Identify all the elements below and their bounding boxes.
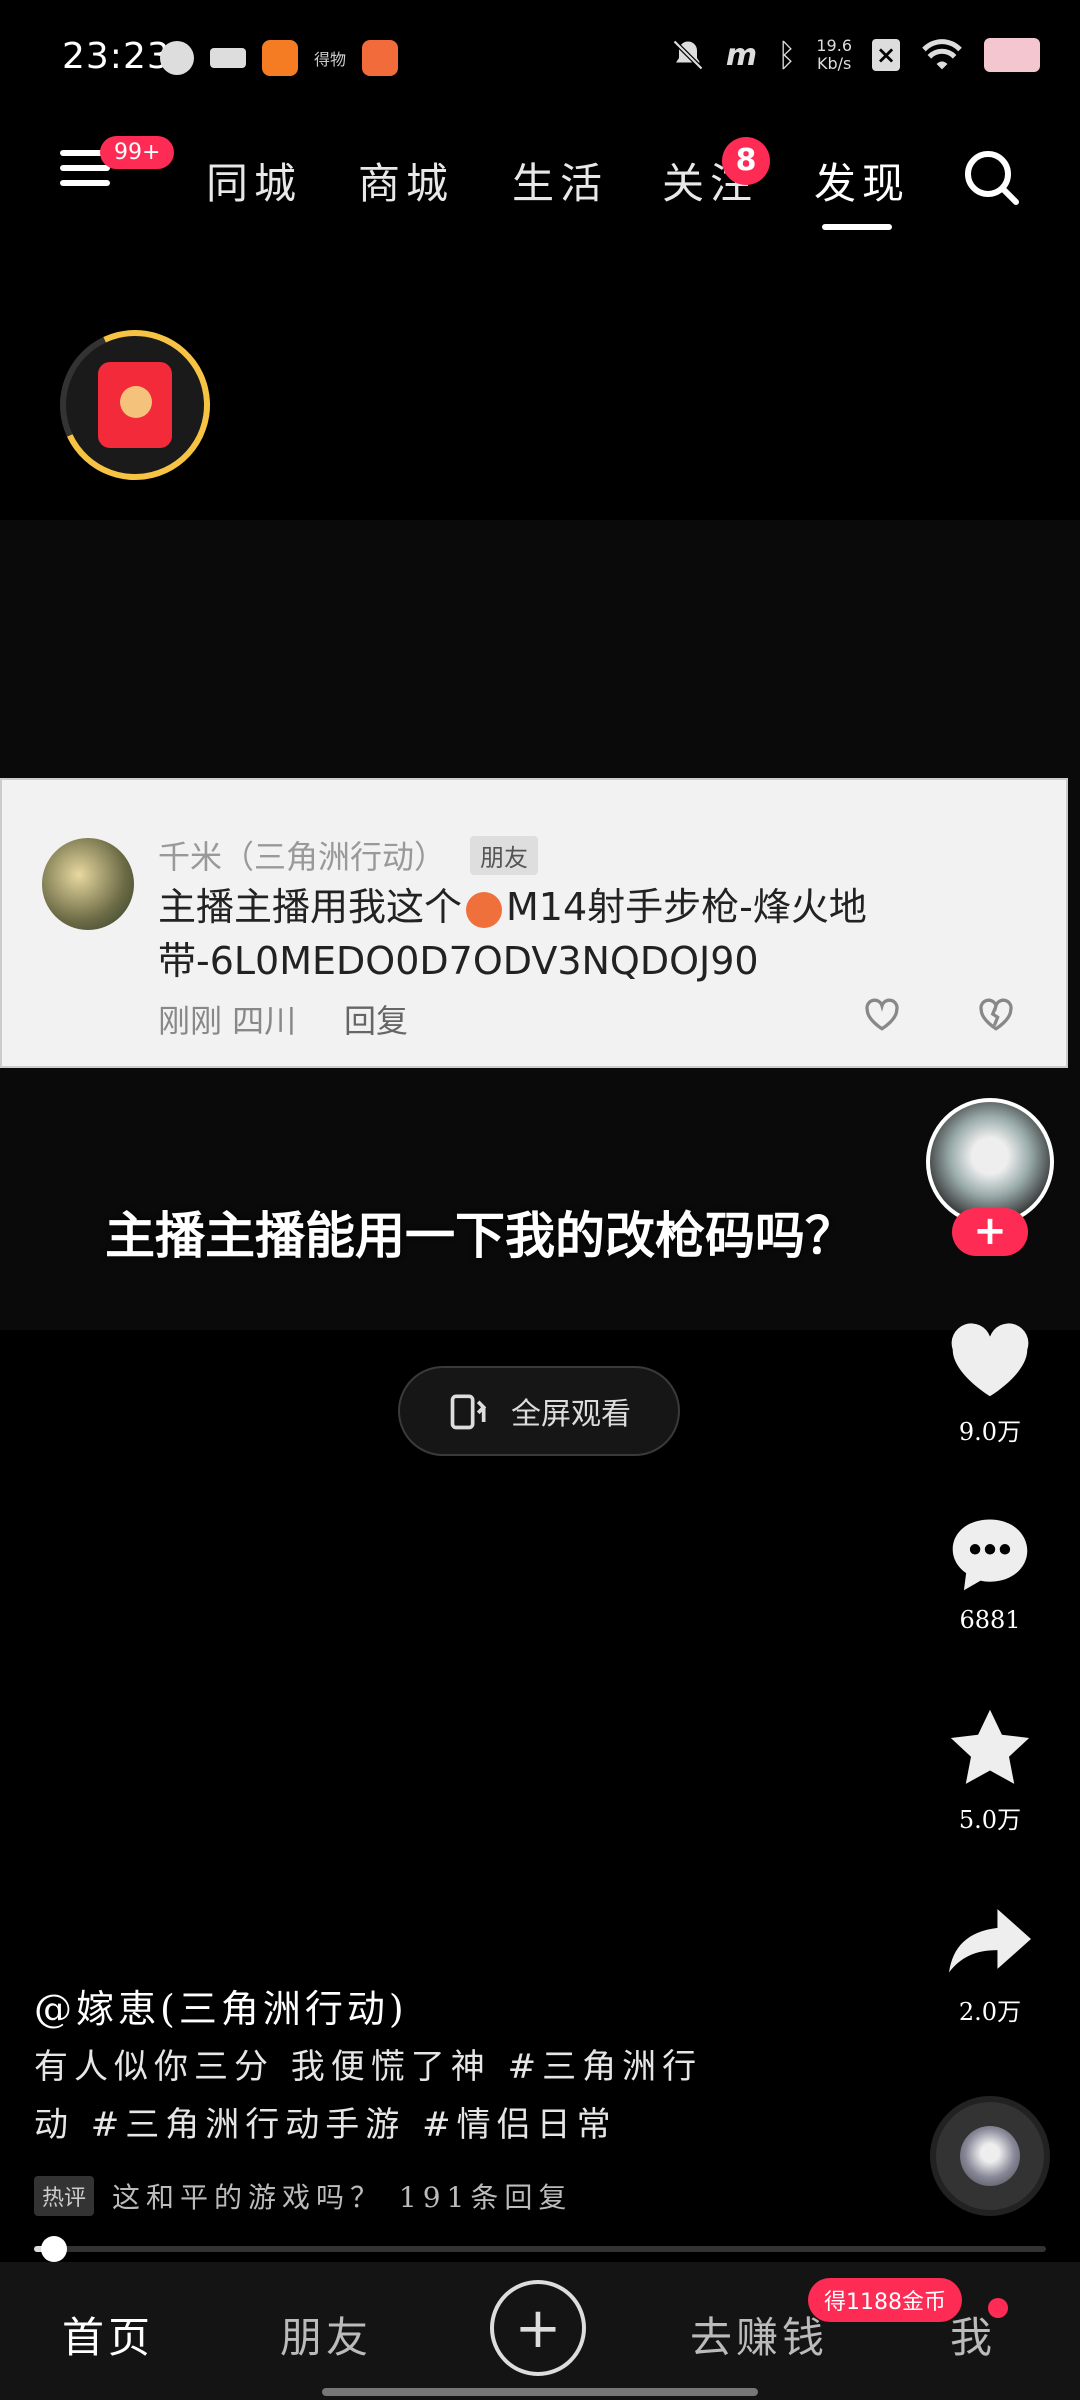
coin-badge: 得1188金币 xyxy=(808,2278,962,2322)
menu-badge: 99+ xyxy=(100,136,175,169)
nav-earn[interactable]: 去赚钱 xyxy=(690,2304,828,2365)
sim-off-icon: × xyxy=(872,39,900,71)
fullscreen-rotate-icon xyxy=(450,1394,487,1430)
comment-text-part1: 主播主播用我这个 xyxy=(158,885,463,929)
handshake-icon xyxy=(210,48,246,68)
net-speed-unit: Kb/s xyxy=(817,54,852,73)
heart-icon xyxy=(951,1323,1029,1397)
nav-home[interactable]: 首页 xyxy=(62,2304,154,2365)
progress-track[interactable] xyxy=(34,2246,1046,2252)
comment-count: 6881 xyxy=(959,1606,1021,1634)
bell-off-icon xyxy=(672,39,703,71)
comment-meta: 刚刚 四川 xyxy=(158,1002,297,1040)
nav-friends[interactable]: 朋友 xyxy=(280,2304,372,2365)
progress-handle[interactable] xyxy=(41,2236,68,2262)
like-count: 9.0万 xyxy=(958,1418,1022,1446)
share-arrow-icon xyxy=(949,1909,1031,1973)
comment-bubble-icon xyxy=(952,1519,1028,1591)
app-notification-icon xyxy=(262,40,298,76)
tab-shenghuo[interactable]: 生活 xyxy=(512,150,608,211)
heart-outline-icon xyxy=(865,998,899,1031)
share-count: 2.0万 xyxy=(958,1998,1022,2026)
net-speed: 19.6 Kb/s xyxy=(816,37,852,73)
share-button[interactable]: 2.0万 xyxy=(940,1898,1040,2027)
red-packet-widget[interactable] xyxy=(38,308,232,502)
fullscreen-button[interactable]: 全屏观看 xyxy=(398,1366,680,1456)
angry-face-icon xyxy=(466,891,503,928)
comment-button[interactable]: 6881 xyxy=(940,1512,1040,1634)
nfc-icon: m xyxy=(725,37,758,73)
friend-tag: 朋友 xyxy=(470,836,538,875)
app-notification-icon xyxy=(362,40,399,76)
comment-reply: 回复 xyxy=(344,1002,409,1040)
comment-text: 主播主播用我这个 M14射手步枪-烽火地带-6L0MEDO0D7ODV3NQDOJ… xyxy=(158,880,918,988)
me-notification-dot xyxy=(988,2298,1008,2318)
active-tab-indicator xyxy=(822,224,892,230)
app-notification-icon xyxy=(160,41,194,75)
star-icon xyxy=(950,1709,1030,1784)
follow-button[interactable]: + xyxy=(952,1208,1028,1256)
tab-shangcheng[interactable]: 商城 xyxy=(358,150,454,211)
broken-heart-icon xyxy=(979,998,1013,1031)
status-app-icons: 得物 xyxy=(160,40,399,76)
plus-icon: + xyxy=(514,2295,562,2361)
envelope-seal-icon xyxy=(120,386,152,418)
hot-comment-text: 这和平的游戏吗？ 191条回复 xyxy=(112,2181,573,2214)
author-name[interactable]: @嫁恵(三角洲行动) xyxy=(34,1978,408,2033)
status-time: 23:23 xyxy=(62,36,171,77)
wifi-icon xyxy=(922,39,962,70)
video-caption: 有人似你三分 我便慌了神 #三角洲行动 #三角洲行动手游 #情侣日常 xyxy=(34,2047,703,2145)
following-badge: 8 xyxy=(722,137,770,185)
video-subtitle: 主播主播能用一下我的改枪码吗？ xyxy=(105,1207,855,1265)
favorite-button[interactable]: 5.0万 xyxy=(940,1706,1040,1835)
net-speed-value: 19.6 xyxy=(816,36,852,55)
commenter-avatar xyxy=(42,838,134,930)
commenter-name: 千米（三角洲行动） xyxy=(158,838,447,876)
favorite-count: 5.0万 xyxy=(958,1806,1022,1834)
tab-tongcheng[interactable]: 同城 xyxy=(206,150,302,211)
tab-discover[interactable]: 发现 xyxy=(814,150,910,211)
create-button[interactable]: + xyxy=(490,2280,586,2376)
author-avatar[interactable] xyxy=(926,1098,1054,1226)
hot-comment-tag: 热评 xyxy=(34,2176,95,2216)
like-button[interactable]: 9.0万 xyxy=(940,1318,1040,1447)
hot-comment-row[interactable]: 热评 这和平的游戏吗？ 191条回复 xyxy=(34,2176,572,2216)
music-cover-icon xyxy=(960,2126,1020,2186)
music-disc[interactable] xyxy=(930,2096,1050,2216)
fullscreen-label: 全屏观看 xyxy=(511,1397,631,1432)
app-label: 得物 xyxy=(314,50,347,69)
battery-icon xyxy=(984,38,1040,72)
status-right-icons: m ᛒ 19.6 Kb/s × xyxy=(670,36,1040,74)
home-indicator[interactable] xyxy=(322,2388,758,2396)
bluetooth-icon: ᛒ xyxy=(777,36,797,74)
search-icon[interactable] xyxy=(962,148,1022,208)
